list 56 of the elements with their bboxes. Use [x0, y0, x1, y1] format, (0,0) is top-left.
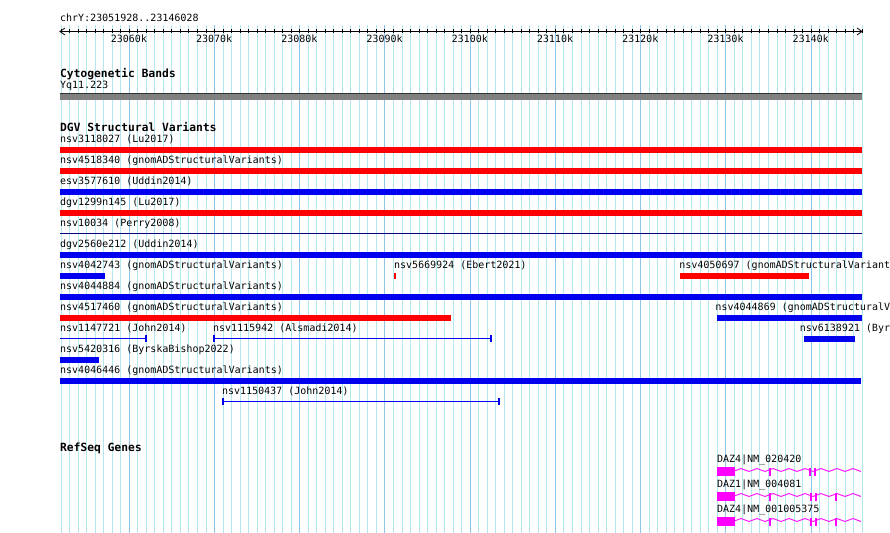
gene-model-drawing[interactable] [717, 517, 862, 526]
variant-label: nsv6138921 (Byr [800, 323, 890, 335]
variant-bar[interactable] [60, 147, 862, 153]
variant-bar[interactable] [60, 294, 862, 300]
tick-label: 23130k [707, 34, 744, 46]
variant-bar[interactable] [60, 210, 862, 216]
tick-label: 23120k [622, 34, 658, 46]
gene-label: DAZ4|NM_001005375 [717, 504, 820, 516]
gene-label: DAZ4|NM_020420 [717, 454, 802, 466]
variant-label: nsv4050697 (gnomADStructuralVariant [679, 260, 890, 272]
variant-line[interactable] [60, 335, 147, 342]
cytoband-bar[interactable] [60, 93, 862, 100]
variant-bar[interactable] [60, 168, 862, 174]
variant-bar[interactable] [60, 357, 99, 363]
tick-label: 23080k [281, 34, 318, 46]
track-title: Cytogenetic Bands [60, 67, 176, 80]
variant-line[interactable] [60, 230, 862, 237]
variant-label: nsv10034 (Perry2008) [60, 218, 180, 230]
band-label: Yq11.223 [60, 80, 108, 92]
variant-bar[interactable] [680, 273, 809, 279]
variant-label: nsv5420316 (ByrskaBishop2022) [60, 344, 235, 356]
variant-label: nsv4042743 (gnomADStructuralVariants) [60, 260, 283, 272]
variant-label: dgv1299n145 (Lu2017) [60, 197, 180, 209]
variant-label: nsv4044869 (gnomADStructuralV [715, 302, 890, 314]
variant-label: nsv4046446 (gnomADStructuralVariants) [60, 365, 283, 377]
variant-bar[interactable] [60, 252, 862, 258]
variant-bar[interactable] [60, 273, 105, 279]
variant-bar[interactable] [60, 315, 451, 321]
gene-model-drawing[interactable] [717, 492, 862, 501]
variant-label: nsv1150437 (John2014) [222, 386, 348, 398]
gene-model-drawing[interactable] [717, 467, 862, 476]
region-label: chrY:23051928..23146028 [60, 13, 198, 25]
gene-label: DAZ1|NM_004081 [717, 479, 802, 491]
variant-bar[interactable] [60, 189, 862, 195]
variant-label: esv3577610 (Uddin2014) [60, 176, 192, 188]
variant-bar[interactable] [804, 336, 855, 342]
variant-bar[interactable] [60, 378, 861, 384]
variant-label: dgv2560e212 (Uddin2014) [60, 239, 198, 251]
variant-line[interactable] [222, 398, 500, 405]
variant-label: nsv3118027 (Lu2017) [60, 134, 174, 146]
track-title: DGV Structural Variants [60, 121, 216, 134]
tick-label: 23070k [196, 34, 232, 46]
tick-label: 23100k [452, 34, 488, 46]
variant-label: nsv5669924 (Ebert2021) [394, 260, 526, 272]
variant-label: nsv1115942 (Alsmadi2014) [213, 323, 358, 335]
variant-label: nsv4517460 (gnomADStructuralVariants) [60, 302, 283, 314]
variant-label: nsv4518340 (gnomADStructuralVariants) [60, 155, 283, 167]
variant-label: nsv4044884 (gnomADStructuralVariants) [60, 281, 283, 293]
tick-label: 23060k [110, 34, 147, 46]
tick-label: 23110k [536, 34, 573, 46]
tick-label: 23140k [792, 34, 829, 46]
track-title: RefSeq Genes [60, 441, 142, 454]
variant-label: nsv1147721 (John2014) [60, 323, 186, 335]
variant-bar[interactable] [717, 315, 862, 321]
tick-label: 23090k [366, 34, 403, 46]
variant-line[interactable] [213, 335, 492, 342]
